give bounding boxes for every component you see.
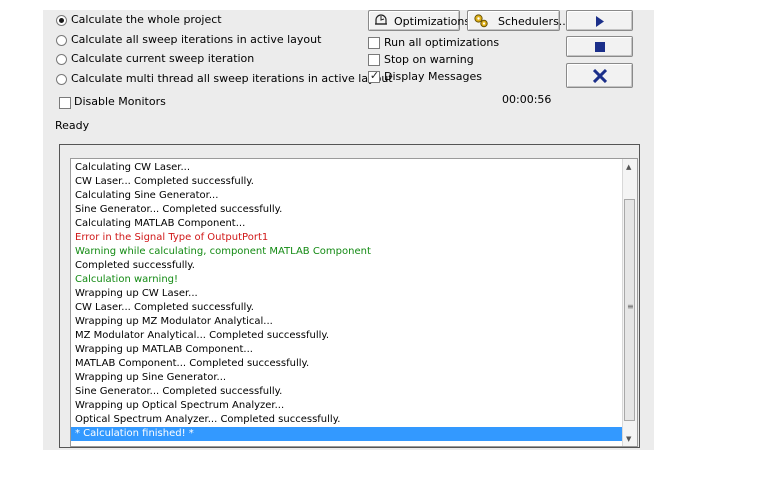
log-line[interactable]: MZ Modulator Analytical... Completed suc…	[71, 329, 624, 343]
play-icon	[596, 16, 604, 27]
status-text: Ready	[55, 119, 90, 132]
run-button[interactable]	[566, 10, 633, 31]
log-line[interactable]: Calculating CW Laser...	[71, 161, 624, 175]
log-line[interactable]: Error in the Signal Type of OutputPort1	[71, 231, 624, 245]
radio-label: Calculate current sweep iteration	[71, 52, 255, 65]
log-scrollbar[interactable]: ▲ ≡ ▼	[622, 159, 637, 446]
log-line[interactable]: Wrapping up MZ Modulator Analytical...	[71, 315, 624, 329]
scrollbar-thumb[interactable]: ≡	[624, 199, 635, 421]
disable-monitors-label: Disable Monitors	[74, 95, 166, 108]
log-line[interactable]: Wrapping up Optical Spectrum Analyzer...	[71, 399, 624, 413]
cancel-button[interactable]	[566, 63, 633, 88]
radio-calculate-all-sweep[interactable]	[56, 35, 67, 46]
radio-label: Calculate all sweep iterations in active…	[71, 33, 322, 46]
stop-on-warning-label: Stop on warning	[384, 53, 474, 66]
radio-label: Calculate multi thread all sweep iterati…	[71, 72, 393, 85]
radio-calculate-multi-thread[interactable]	[56, 74, 67, 85]
schedulers-button[interactable]: Schedulers...	[467, 10, 569, 31]
elapsed-time: 00:00:56	[502, 93, 552, 106]
checkmark-icon: ✓	[369, 69, 380, 82]
log-line[interactable]: Calculating MATLAB Component...	[71, 217, 624, 231]
log-line[interactable]: CW Laser... Completed successfully.	[71, 301, 624, 315]
optimizations-label: Optimizations	[394, 15, 471, 28]
log-line[interactable]: Optical Spectrum Analyzer... Completed s…	[71, 413, 624, 427]
radio-calculate-current-sweep[interactable]	[56, 54, 67, 65]
grip-icon: ≡	[627, 302, 634, 311]
optimization-icon	[375, 14, 387, 25]
log-line[interactable]: MATLAB Component... Completed successful…	[71, 357, 624, 371]
stop-button[interactable]	[566, 36, 633, 57]
log-line[interactable]: Sine Generator... Completed successfully…	[71, 385, 624, 399]
display-messages-checkbox[interactable]: ✓	[368, 69, 380, 83]
log-line[interactable]: Wrapping up CW Laser...	[71, 287, 624, 301]
message-log-frame: Calculating CW Laser... CW Laser... Compl…	[59, 144, 640, 448]
schedulers-label: Schedulers...	[498, 15, 570, 28]
log-line[interactable]: Warning while calculating, component MAT…	[71, 245, 624, 259]
radio-label: Calculate the whole project	[71, 13, 222, 26]
run-all-optimizations-checkbox[interactable]	[368, 37, 380, 49]
scroll-up-arrow-icon[interactable]: ▲	[626, 163, 631, 171]
radio-calculate-whole-project[interactable]	[56, 15, 67, 26]
log-line[interactable]: CW Laser... Completed successfully.	[71, 175, 624, 189]
log-line[interactable]: * Calculation finished! *	[71, 427, 624, 441]
radio-selected-dot	[59, 18, 64, 23]
stop-icon	[595, 42, 605, 52]
log-line[interactable]: Wrapping up Sine Generator...	[71, 371, 624, 385]
message-log-lines: Calculating CW Laser... CW Laser... Compl…	[71, 161, 624, 441]
log-line[interactable]: Wrapping up MATLAB Component...	[71, 343, 624, 357]
optimizations-button[interactable]: Optimizations	[368, 10, 470, 31]
gears-icon	[474, 14, 488, 28]
scroll-down-arrow-icon[interactable]: ▼	[626, 435, 631, 443]
log-line[interactable]: Sine Generator... Completed successfully…	[71, 203, 624, 217]
close-icon	[593, 69, 607, 83]
display-messages-label: Display Messages	[384, 70, 482, 83]
message-log[interactable]: Calculating CW Laser... CW Laser... Compl…	[70, 158, 638, 447]
stop-on-warning-checkbox[interactable]	[368, 54, 380, 66]
log-line[interactable]: Calculating Sine Generator...	[71, 189, 624, 203]
log-line[interactable]: Calculation warning!	[71, 273, 624, 287]
log-line[interactable]: Completed successfully.	[71, 259, 624, 273]
run-all-optimizations-label: Run all optimizations	[384, 36, 500, 49]
disable-monitors-checkbox[interactable]	[59, 97, 71, 109]
